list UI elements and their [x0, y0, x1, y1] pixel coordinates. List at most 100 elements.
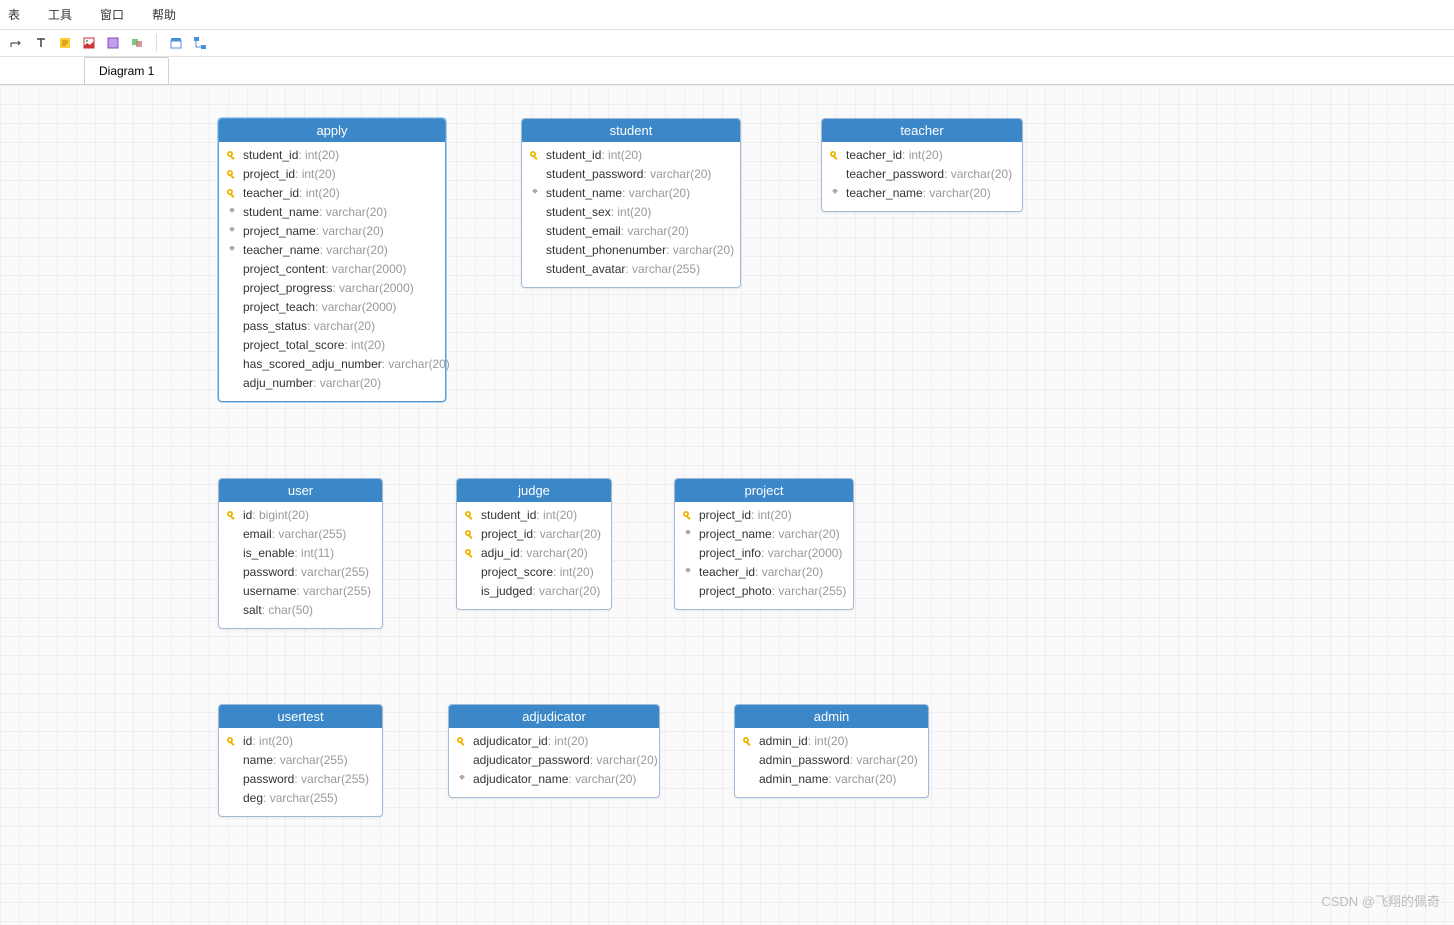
column-row[interactable]: teacher_id: varchar(20) — [681, 563, 847, 582]
column-row[interactable]: teacher_id: int(20) — [828, 146, 1016, 165]
menu-help[interactable]: 帮助 — [152, 6, 176, 23]
primary-key-icon — [463, 528, 477, 542]
column-row[interactable]: id: int(20) — [225, 732, 376, 751]
column-row[interactable]: project_content: varchar(2000) — [225, 260, 439, 279]
column-name: student_id — [546, 146, 601, 165]
column-row[interactable]: student_email: varchar(20) — [528, 222, 734, 241]
cursor-tool-icon[interactable] — [8, 34, 26, 52]
column-row[interactable]: student_avatar: varchar(255) — [528, 260, 734, 279]
blank-icon — [225, 547, 239, 561]
column-name: adju_number — [243, 374, 313, 393]
blank-icon — [225, 320, 239, 334]
column-row[interactable]: admin_id: int(20) — [741, 732, 922, 751]
blank-icon — [828, 168, 842, 182]
column-row[interactable]: project_name: varchar(20) — [681, 525, 847, 544]
column-type: : int(20) — [536, 506, 577, 525]
column-row[interactable]: teacher_name: varchar(20) — [828, 184, 1016, 203]
column-type: : int(20) — [751, 506, 792, 525]
entity-teacher[interactable]: teacherteacher_id: int(20)teacher_passwo… — [821, 118, 1023, 212]
column-row[interactable]: student_phonenumber: varchar(20) — [528, 241, 734, 260]
column-row[interactable]: student_name: varchar(20) — [528, 184, 734, 203]
entity-usertest[interactable]: usertestid: int(20)name: varchar(255)pas… — [218, 704, 383, 817]
column-row[interactable]: project_id: int(20) — [225, 165, 439, 184]
entity-admin[interactable]: adminadmin_id: int(20)admin_password: va… — [734, 704, 929, 798]
blank-icon — [225, 604, 239, 618]
column-row[interactable]: admin_password: varchar(20) — [741, 751, 922, 770]
column-row[interactable]: student_password: varchar(20) — [528, 165, 734, 184]
column-name: project_name — [243, 222, 316, 241]
column-row[interactable]: deg: varchar(255) — [225, 789, 376, 808]
table-relation-icon[interactable] — [191, 34, 209, 52]
table-new-icon[interactable] — [167, 34, 185, 52]
tab-diagram-1[interactable]: Diagram 1 — [84, 57, 169, 84]
column-name: password — [243, 770, 294, 789]
column-row[interactable]: name: varchar(255) — [225, 751, 376, 770]
column-row[interactable]: salt: char(50) — [225, 601, 376, 620]
column-row[interactable]: adjudicator_password: varchar(20) — [455, 751, 653, 770]
column-name: project_id — [243, 165, 295, 184]
column-row[interactable]: username: varchar(255) — [225, 582, 376, 601]
column-row[interactable]: project_score: int(20) — [463, 563, 605, 582]
column-type: : int(20) — [298, 146, 339, 165]
column-row[interactable]: project_name: varchar(20) — [225, 222, 439, 241]
column-row[interactable]: student_id: int(20) — [528, 146, 734, 165]
column-name: salt — [243, 601, 262, 620]
column-type: : varchar(255) — [263, 789, 338, 808]
column-row[interactable]: email: varchar(255) — [225, 525, 376, 544]
entity-apply[interactable]: apply student_id: int(20)project_id: int(… — [218, 118, 446, 402]
entity-judge[interactable]: judgestudent_id: int(20)project_id: varc… — [456, 478, 612, 610]
column-row[interactable]: adjudicator_id: int(20) — [455, 732, 653, 751]
column-row[interactable]: password: varchar(255) — [225, 770, 376, 789]
column-type: : varchar(20) — [944, 165, 1012, 184]
column-row[interactable]: project_total_score: int(20) — [225, 336, 439, 355]
index-icon — [455, 773, 469, 787]
blank-icon — [528, 168, 542, 182]
layer-tool-icon[interactable] — [128, 34, 146, 52]
column-row[interactable]: is_judged: varchar(20) — [463, 582, 605, 601]
column-row[interactable]: project_photo: varchar(255) — [681, 582, 847, 601]
column-row[interactable]: student_id: int(20) — [463, 506, 605, 525]
column-name: id — [243, 506, 252, 525]
column-row[interactable]: is_enable: int(11) — [225, 544, 376, 563]
column-row[interactable]: has_scored_adju_number: varchar(20) — [225, 355, 439, 374]
text-tool-icon[interactable] — [32, 34, 50, 52]
column-row[interactable]: adju_id: varchar(20) — [463, 544, 605, 563]
entity-student[interactable]: studentstudent_id: int(20)student_passwo… — [521, 118, 741, 288]
column-row[interactable]: teacher_password: varchar(20) — [828, 165, 1016, 184]
primary-key-icon — [225, 509, 239, 523]
column-row[interactable]: teacher_id: int(20) — [225, 184, 439, 203]
column-row[interactable]: adju_number: varchar(20) — [225, 374, 439, 393]
column-row[interactable]: password: varchar(255) — [225, 563, 376, 582]
entity-body: admin_id: int(20)admin_password: varchar… — [735, 728, 928, 797]
column-type: : varchar(255) — [272, 525, 347, 544]
primary-key-icon — [225, 149, 239, 163]
menu-table[interactable]: 表 — [8, 6, 20, 23]
column-row[interactable]: project_id: varchar(20) — [463, 525, 605, 544]
column-row[interactable]: student_name: varchar(20) — [225, 203, 439, 222]
column-row[interactable]: adjudicator_name: varchar(20) — [455, 770, 653, 789]
column-row[interactable]: project_info: varchar(2000) — [681, 544, 847, 563]
menu-window[interactable]: 窗口 — [100, 6, 124, 23]
diagram-canvas[interactable]: applystudent_id: int(20)project_id: int(… — [0, 85, 1454, 925]
image-tool-icon[interactable] — [80, 34, 98, 52]
entity-project[interactable]: projectproject_id: int(20)project_name: … — [674, 478, 854, 610]
view-tool-icon[interactable] — [104, 34, 122, 52]
menu-tools[interactable]: 工具 — [48, 6, 72, 23]
column-row[interactable]: project_id: int(20) — [681, 506, 847, 525]
entity-header: apply — [219, 119, 445, 142]
column-row[interactable]: id: bigint(20) — [225, 506, 376, 525]
note-tool-icon[interactable] — [56, 34, 74, 52]
entity-adjudicator[interactable]: adjudicatoradjudicator_id: int(20)adjudi… — [448, 704, 660, 798]
column-row[interactable]: project_progress: varchar(2000) — [225, 279, 439, 298]
blank-icon — [528, 263, 542, 277]
column-name: adjudicator_name — [473, 770, 568, 789]
column-type: : varchar(20) — [313, 374, 381, 393]
column-row[interactable]: pass_status: varchar(20) — [225, 317, 439, 336]
column-row[interactable]: student_sex: int(20) — [528, 203, 734, 222]
column-row[interactable]: admin_name: varchar(20) — [741, 770, 922, 789]
column-row[interactable]: student_id: int(20) — [225, 146, 439, 165]
column-name: teacher_name — [243, 241, 320, 260]
entity-user[interactable]: userid: bigint(20)email: varchar(255)is_… — [218, 478, 383, 629]
column-row[interactable]: project_teach: varchar(2000) — [225, 298, 439, 317]
column-row[interactable]: teacher_name: varchar(20) — [225, 241, 439, 260]
